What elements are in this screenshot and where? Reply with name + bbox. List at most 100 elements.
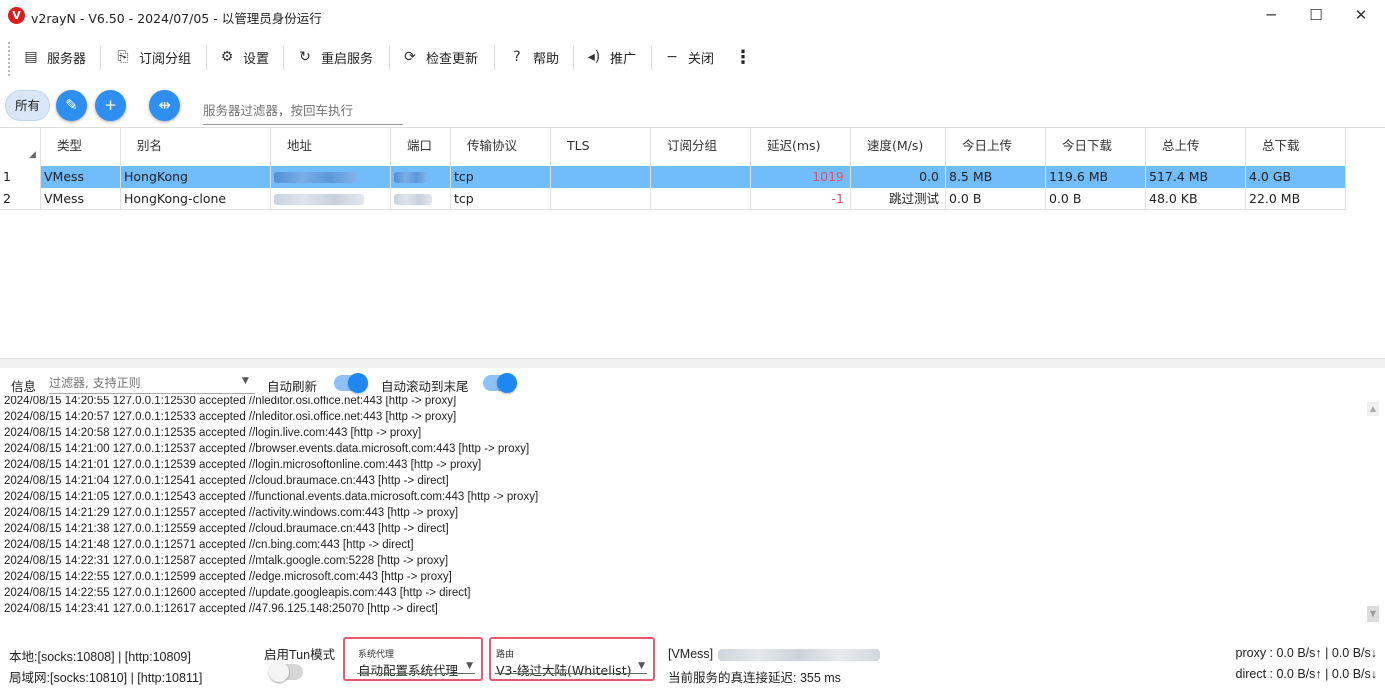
- log-line: 2024/08/15 14:21:29 127.0.0.1:12557 acce…: [4, 507, 459, 519]
- system-proxy-select[interactable]: 系统代理 自动配置系统代理 ▼: [343, 637, 483, 681]
- plus-icon: +: [104, 96, 117, 114]
- log-line: 2024/08/15 14:23:41 127.0.0.1:12617 acce…: [4, 603, 438, 615]
- log-scrollbar[interactable]: ▲ ▼: [1366, 400, 1380, 628]
- combo-underline: [495, 673, 647, 674]
- all-groups-chip[interactable]: 所有: [5, 90, 50, 121]
- log-line: 2024/08/15 14:22:55 127.0.0.1:12599 acce…: [4, 571, 452, 583]
- split-arrows-icon: ⇹: [158, 96, 171, 114]
- pencil-icon: ✎: [65, 96, 78, 114]
- column-header-address[interactable]: 地址: [271, 128, 391, 166]
- column-header-alias[interactable]: 别名: [121, 128, 271, 166]
- toolbar-grip[interactable]: [8, 42, 11, 76]
- table-row[interactable]: 2 VMess HongKong-clone tcp -1 跳过测试 0.0 B…: [0, 188, 1346, 210]
- column-header-today-download[interactable]: 今日下载: [1046, 128, 1146, 166]
- subscription-menu-label: 订阅分组: [139, 51, 192, 67]
- log-filter-dropdown-icon[interactable]: ▼: [242, 376, 249, 386]
- scroll-up-arrow-icon[interactable]: ▲: [1367, 402, 1379, 416]
- grid-select-all-corner[interactable]: ◢: [0, 128, 41, 166]
- local-ports: 本地:[socks:10808] | [http:10809]: [9, 650, 191, 664]
- routing-label: 路由: [496, 650, 515, 660]
- subscription-icon: ⎘: [117, 49, 129, 65]
- promotion-button[interactable]: ◂) 推广: [584, 42, 636, 72]
- auto-refresh-toggle[interactable]: [334, 373, 368, 393]
- cell-alias: HongKong: [121, 166, 271, 188]
- lan-ports: 局域网:[socks:10810] | [http:10811]: [9, 671, 203, 685]
- corner-triangle-icon: ◢: [29, 150, 36, 160]
- toolbar-divider: [100, 46, 101, 70]
- column-header-transport[interactable]: 传输协议: [451, 128, 551, 166]
- settings-menu-label: 设置: [243, 51, 270, 67]
- log-line: 2024/08/15 14:20:55 127.0.0.1:12530 acce…: [4, 396, 457, 407]
- add-server-button[interactable]: +: [95, 90, 126, 121]
- chevron-down-icon: ▼: [466, 661, 473, 671]
- move-server-button[interactable]: ⇹: [149, 90, 180, 121]
- server-filter-input[interactable]: [203, 92, 403, 125]
- help-menu-button[interactable]: ? 帮助: [507, 42, 559, 72]
- cell-total-download: 4.0 GB: [1246, 166, 1346, 188]
- toolbar-divider: [389, 46, 390, 70]
- column-header-total-upload[interactable]: 总上传: [1146, 128, 1246, 166]
- cell-alias: HongKong-clone: [121, 188, 271, 210]
- scroll-down-arrow-icon[interactable]: ▼: [1367, 606, 1379, 622]
- routing-select[interactable]: 路由 V3-绕过大陆(Whitelist) ▼: [489, 637, 655, 681]
- close-window-button[interactable]: ✕: [1338, 0, 1384, 32]
- subscription-menu-button[interactable]: ⎘ 订阅分组: [113, 42, 191, 72]
- log-line: 2024/08/15 14:21:48 127.0.0.1:12571 acce…: [4, 539, 414, 551]
- column-header-speed[interactable]: 速度(M/s): [851, 128, 946, 166]
- tun-mode-toggle[interactable]: [269, 662, 303, 682]
- edit-server-button[interactable]: ✎: [56, 90, 87, 121]
- settings-menu-button[interactable]: ⚙ 设置: [217, 42, 269, 72]
- toggle-knob: [269, 662, 289, 682]
- cell-subscription: [651, 166, 751, 188]
- current-delay: 当前服务的真连接延迟: 355 ms: [668, 671, 841, 685]
- log-output[interactable]: 2024/08/15 14:20:55 127.0.0.1:12530 acce…: [0, 396, 1366, 620]
- cell-transport: tcp: [451, 188, 551, 210]
- table-row[interactable]: 1 VMess HongKong tcp 1019 0.0 8.5 MB 119…: [0, 166, 1346, 188]
- cell-today-download: 119.6 MB: [1046, 166, 1146, 188]
- combo-underline: [357, 673, 475, 674]
- column-header-delay[interactable]: 延迟(ms): [751, 128, 851, 166]
- chevron-down-icon: ▼: [638, 661, 645, 671]
- cell-address-redacted: [271, 166, 391, 188]
- column-header-type[interactable]: 类型: [41, 128, 121, 166]
- restart-service-button[interactable]: ↻ 重启服务: [295, 42, 373, 72]
- log-line: 2024/08/15 14:22:55 127.0.0.1:12600 acce…: [4, 587, 471, 599]
- column-header-today-upload[interactable]: 今日上传: [946, 128, 1046, 166]
- cell-total-download: 22.0 MB: [1246, 188, 1346, 210]
- column-header-total-download[interactable]: 总下载: [1246, 128, 1346, 166]
- toggle-knob: [348, 373, 368, 393]
- log-line: 2024/08/15 14:21:04 127.0.0.1:12541 acce…: [4, 475, 449, 487]
- log-line: 2024/08/15 14:21:38 127.0.0.1:12559 acce…: [4, 523, 449, 535]
- column-header-tls[interactable]: TLS: [551, 128, 651, 166]
- minus-icon: −: [666, 49, 678, 65]
- system-proxy-value: 自动配置系统代理: [358, 663, 459, 678]
- close-app-button[interactable]: − 关闭: [662, 42, 714, 72]
- grid-splitter[interactable]: [0, 358, 1385, 368]
- row-index: 2: [0, 188, 41, 210]
- minimize-button[interactable]: ─: [1248, 0, 1294, 32]
- more-vertical-icon[interactable]: ⋮: [734, 42, 752, 72]
- log-line: 2024/08/15 14:20:57 127.0.0.1:12533 acce…: [4, 411, 457, 423]
- redacted-address: [274, 194, 364, 205]
- log-filter-input[interactable]: [49, 373, 255, 394]
- toolbar-divider: [573, 46, 574, 70]
- cell-address-redacted: [271, 188, 391, 210]
- redacted-port: [394, 194, 432, 205]
- cell-type: VMess: [41, 166, 121, 188]
- system-proxy-label: 系统代理: [358, 650, 395, 660]
- auto-scroll-toggle[interactable]: [483, 373, 517, 393]
- toolbar-divider: [651, 46, 652, 70]
- log-line: 2024/08/15 14:21:01 127.0.0.1:12539 acce…: [4, 459, 482, 471]
- cell-speed: 跳过测试: [851, 188, 946, 210]
- check-update-menu-button[interactable]: ⟳ 检查更新: [400, 42, 478, 72]
- current-server-type: [VMess]: [668, 647, 714, 661]
- maximize-button[interactable]: ☐: [1293, 0, 1339, 32]
- help-icon: ?: [513, 49, 521, 65]
- column-header-subscription[interactable]: 订阅分组: [651, 128, 751, 166]
- column-header-port[interactable]: 端口: [391, 128, 451, 166]
- auto-scroll-label: 自动滚动到末尾: [381, 379, 469, 394]
- cell-transport: tcp: [451, 166, 551, 188]
- servers-menu-button[interactable]: ▤ 服务器: [21, 42, 86, 72]
- cell-total-upload: 48.0 KB: [1146, 188, 1246, 210]
- cell-delay: 1019: [751, 166, 851, 188]
